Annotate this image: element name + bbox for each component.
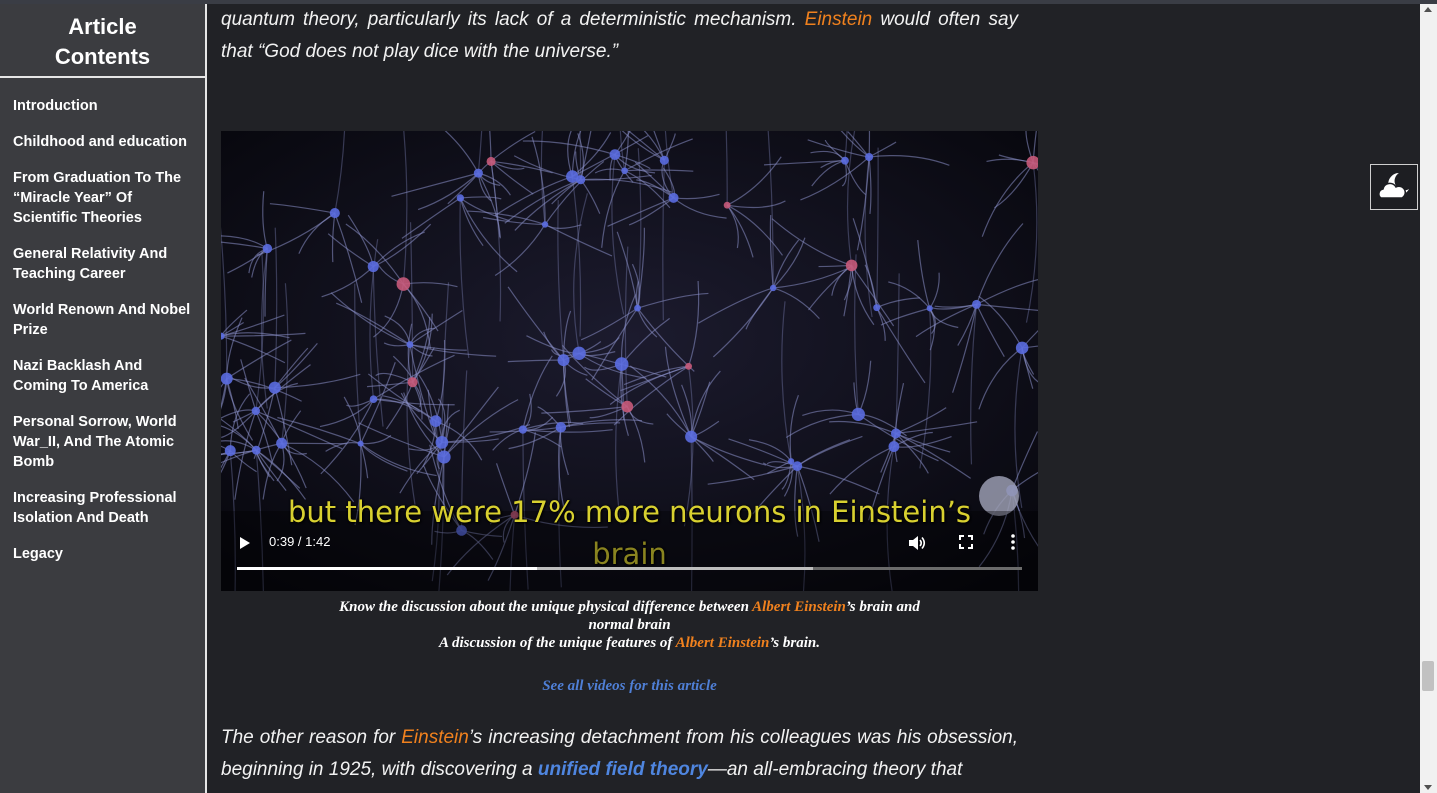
caption-line1: Know the discussion about the unique phy…: [221, 598, 1038, 616]
see-all-videos-link[interactable]: See all videos for this article: [221, 678, 1038, 695]
toc-item-personal-sorrow[interactable]: Personal Sorrow, World War_II, And The A…: [0, 412, 205, 472]
paragraph-text: quantum theory, particularly its lack of…: [221, 9, 797, 30]
toc-item-isolation[interactable]: Increasing Professional Isolation And De…: [0, 488, 205, 528]
albert-einstein-link[interactable]: Albert Einstein: [752, 599, 846, 615]
toc-item-childhood[interactable]: Childhood and education: [0, 132, 205, 152]
toc-item-legacy[interactable]: Legacy: [0, 544, 205, 564]
caption-text: ’s brain.: [769, 635, 820, 651]
play-icon[interactable]: [237, 534, 253, 552]
toc-item-world-renown[interactable]: World Renown And Nobel Prize: [0, 300, 205, 340]
article-contents-sidebar: Article Contents Introduction Childhood …: [0, 4, 207, 793]
article-paragraph-2: The other reason for Einstein’s increasi…: [221, 722, 1018, 786]
caption-line3: A discussion of the unique features of A…: [221, 634, 1038, 652]
page-scrollbar[interactable]: [1420, 4, 1437, 793]
sidebar-title-line1: Article: [68, 14, 137, 39]
video-progress-fill: [237, 567, 537, 570]
video-subtitle-line1: but there were 17% more neurons in Einst…: [287, 495, 972, 529]
caption-text: ’s brain and: [845, 599, 920, 615]
einstein-link[interactable]: Einstein: [401, 727, 469, 748]
more-options-icon[interactable]: [1009, 532, 1017, 552]
video-time: 0:39 / 1:42: [269, 534, 331, 549]
caption-text: A discussion of the unique features of: [439, 635, 673, 651]
paragraph-text: —an all-embracing theory that: [707, 759, 963, 780]
unified-field-theory-link[interactable]: unified field theory: [538, 759, 708, 780]
toc-item-general-relativity[interactable]: General Relativity And Teaching Career: [0, 244, 205, 284]
video-controls: 0:39 / 1:42: [221, 526, 1038, 591]
volume-icon[interactable]: [907, 533, 927, 553]
sidebar-title: Article Contents: [0, 4, 205, 78]
caption-line2: normal brain: [588, 617, 671, 633]
toc-list: Introduction Childhood and education Fro…: [0, 96, 205, 564]
toc-item-nazi-backlash[interactable]: Nazi Backlash And Coming To America: [0, 356, 205, 396]
einstein-link[interactable]: Einstein: [805, 9, 873, 30]
scrollbar-thumb[interactable]: [1422, 661, 1434, 691]
paragraph-text: The other reason for: [221, 727, 396, 748]
scroll-down-arrow-icon[interactable]: [1424, 785, 1432, 790]
cloud-moon-icon: [1378, 173, 1409, 199]
video-player[interactable]: but there were 17% more neurons in Einst…: [221, 131, 1038, 591]
theme-toggle-button[interactable]: [1370, 164, 1418, 210]
article-paragraph-1: quantum theory, particularly its lack of…: [221, 4, 1018, 68]
toc-item-introduction[interactable]: Introduction: [0, 96, 205, 116]
video-progress-bar[interactable]: [237, 567, 1022, 570]
video-caption: Know the discussion about the unique phy…: [221, 598, 1038, 652]
albert-einstein-link[interactable]: Albert Einstein: [676, 635, 770, 651]
caption-text: Know the discussion about the unique phy…: [339, 599, 749, 615]
sidebar-title-line2: Contents: [54, 44, 151, 69]
fullscreen-icon[interactable]: [958, 534, 974, 550]
toc-item-graduation[interactable]: From Graduation To The “Miracle Year” Of…: [0, 168, 205, 228]
scroll-up-arrow-icon[interactable]: [1424, 7, 1432, 12]
